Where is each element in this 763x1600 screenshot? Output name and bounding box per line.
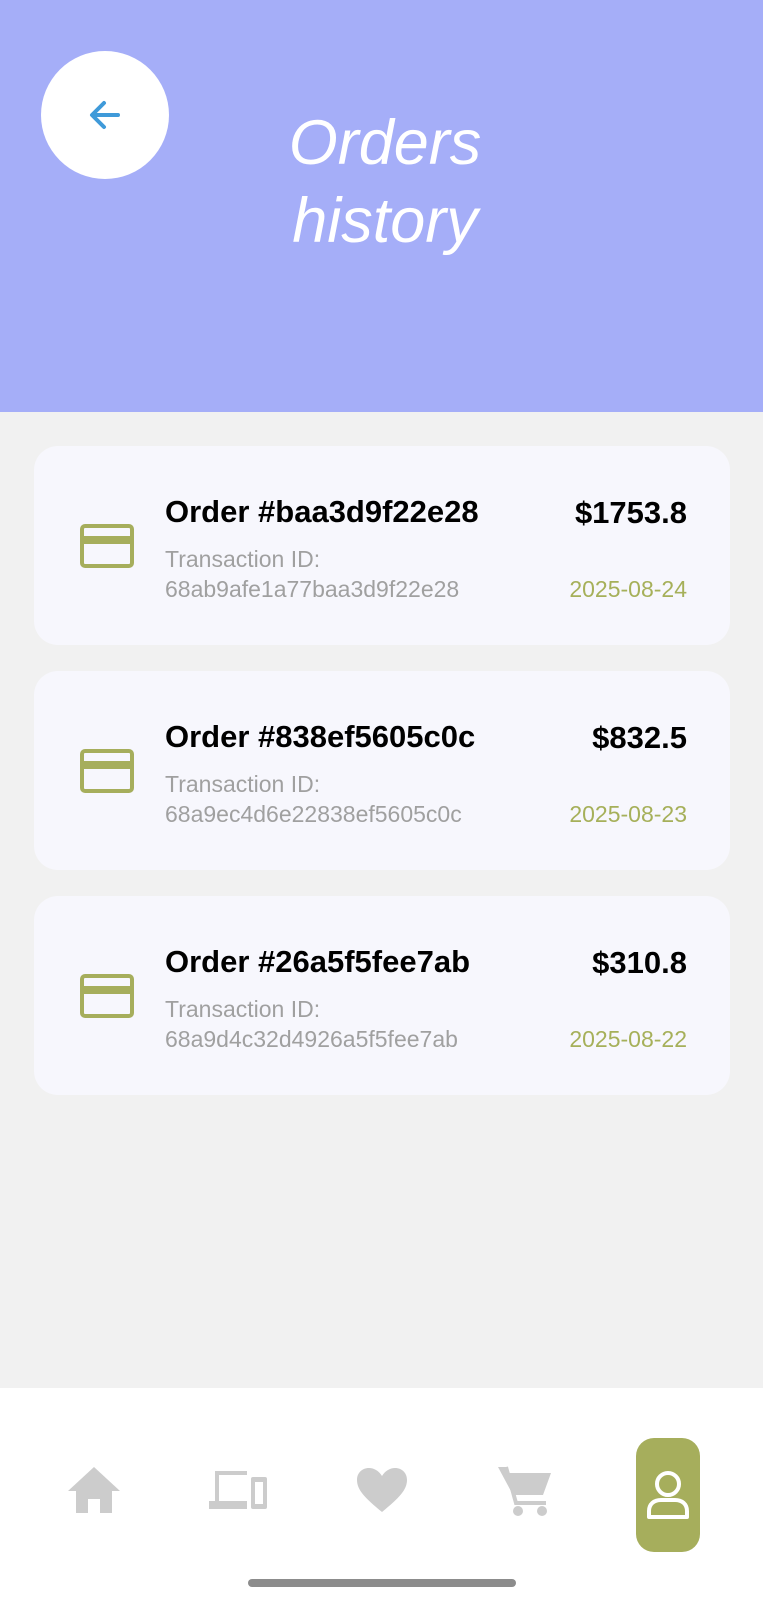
transaction-id: 68a9ec4d6e22838ef5605c0c — [165, 801, 462, 827]
credit-card-icon — [80, 749, 134, 793]
header: Orders history — [0, 0, 763, 412]
transaction-id: 68a9d4c32d4926a5f5fee7ab — [165, 1026, 458, 1052]
page-title: Orders history — [288, 108, 482, 256]
home-icon — [68, 1467, 120, 1513]
bottom-nav — [0, 1388, 763, 1600]
order-title: Order #838ef5605c0c — [165, 719, 476, 754]
order-price: $1753.8 — [574, 495, 687, 530]
devices-icon — [209, 1471, 267, 1509]
nav-home[interactable] — [62, 1458, 126, 1522]
transaction-label: Transaction ID: — [165, 546, 321, 572]
back-button[interactable] — [41, 51, 169, 179]
transaction-label: Transaction ID: — [165, 996, 321, 1022]
order-card[interactable]: Order #26a5f5fee7ab Transaction ID: 68a9… — [34, 896, 730, 1095]
order-card[interactable]: Order #838ef5605c0c Transaction ID: 68a9… — [34, 671, 730, 870]
arrow-left-icon — [90, 101, 120, 129]
transaction-label: Transaction ID: — [165, 771, 321, 797]
orders-list: Order #baa3d9f22e28 Transaction ID: 68ab… — [34, 446, 730, 1121]
cart-icon — [498, 1466, 551, 1516]
order-date: 2025-08-23 — [569, 801, 687, 827]
order-date: 2025-08-22 — [569, 1026, 687, 1052]
profile-icon — [647, 1471, 689, 1519]
home-indicator[interactable] — [248, 1579, 516, 1587]
order-date: 2025-08-24 — [569, 576, 687, 602]
nav-profile[interactable] — [636, 1438, 700, 1552]
nav-favorites[interactable] — [350, 1458, 414, 1522]
nav-devices[interactable] — [206, 1458, 270, 1522]
order-price: $832.5 — [592, 720, 687, 755]
order-price: $310.8 — [592, 945, 687, 980]
heart-icon — [357, 1468, 407, 1512]
order-title: Order #26a5f5fee7ab — [165, 944, 471, 979]
order-title: Order #baa3d9f22e28 — [165, 494, 479, 529]
transaction-id: 68ab9afe1a77baa3d9f22e28 — [165, 576, 460, 602]
credit-card-icon — [80, 974, 134, 1018]
credit-card-icon — [80, 524, 134, 568]
order-card[interactable]: Order #baa3d9f22e28 Transaction ID: 68ab… — [34, 446, 730, 645]
nav-cart[interactable] — [493, 1458, 557, 1522]
